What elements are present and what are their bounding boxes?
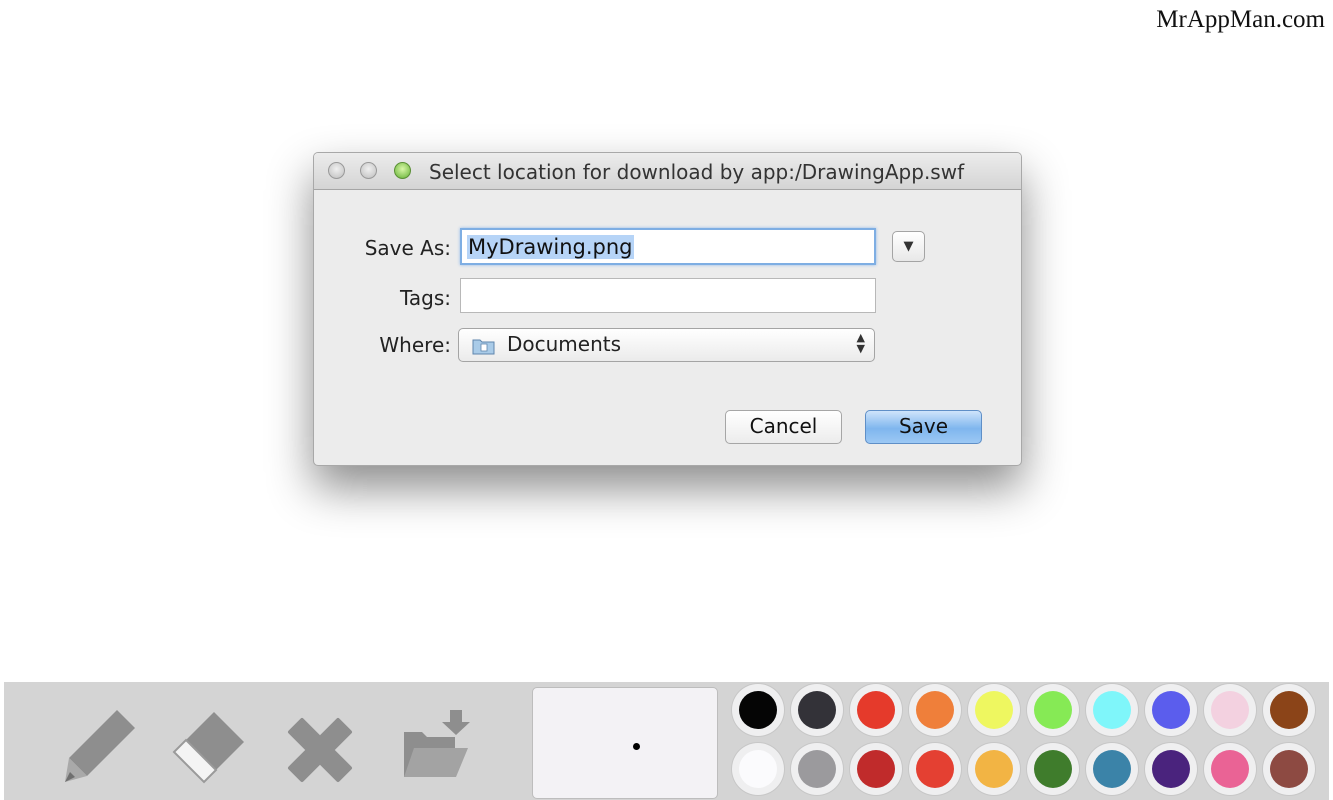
- clear-icon: [288, 718, 352, 782]
- eraser-tool-button[interactable]: [170, 702, 250, 786]
- chevron-down-icon: ▼: [903, 239, 914, 254]
- save-as-field[interactable]: MyDrawing.png: [460, 228, 876, 265]
- folder-icon: [472, 339, 495, 355]
- tags-label: Tags:: [399, 286, 451, 310]
- color-swatch[interactable]: [909, 743, 961, 795]
- color-swatch[interactable]: [1204, 684, 1256, 736]
- color-swatch[interactable]: [791, 743, 843, 795]
- color-swatch-fill: [1093, 691, 1131, 729]
- color-swatch-fill: [798, 750, 836, 788]
- save-dialog: Select location for download by app:/Dra…: [313, 152, 1022, 466]
- color-swatch[interactable]: [1263, 684, 1315, 736]
- color-swatch-fill: [975, 691, 1013, 729]
- where-popup-button[interactable]: Documents ▲ ▼: [458, 328, 875, 362]
- color-swatch-fill: [1034, 750, 1072, 788]
- save-as-label: Save As:: [364, 236, 451, 260]
- color-swatch-fill: [1270, 691, 1308, 729]
- color-swatch[interactable]: [1145, 743, 1197, 795]
- color-swatch-fill: [857, 691, 895, 729]
- close-window-button[interactable]: [328, 162, 345, 179]
- color-swatch[interactable]: [909, 684, 961, 736]
- where-selected-value: Documents: [507, 332, 622, 356]
- color-swatch[interactable]: [732, 743, 784, 795]
- save-as-selected-text: MyDrawing.png: [467, 235, 634, 259]
- brush-size-preview[interactable]: [532, 687, 718, 799]
- color-swatch-fill: [916, 750, 954, 788]
- color-swatch[interactable]: [968, 743, 1020, 795]
- color-swatch-fill: [1093, 750, 1131, 788]
- pencil-tool-button[interactable]: [59, 702, 139, 786]
- tags-field[interactable]: [460, 278, 876, 313]
- color-swatch[interactable]: [968, 684, 1020, 736]
- color-swatch[interactable]: [1027, 684, 1079, 736]
- color-swatch-fill: [1270, 750, 1308, 788]
- color-swatch[interactable]: [1145, 684, 1197, 736]
- color-swatch-fill: [1152, 750, 1190, 788]
- color-palette: [726, 682, 1326, 800]
- color-swatch[interactable]: [1027, 743, 1079, 795]
- color-swatch-fill: [739, 691, 777, 729]
- color-swatch-fill: [1211, 750, 1249, 788]
- expand-dialog-button[interactable]: ▼: [892, 231, 925, 262]
- eraser-icon: [172, 712, 244, 784]
- color-swatch-fill: [1152, 691, 1190, 729]
- pencil-icon: [65, 710, 135, 782]
- color-swatch-fill: [1211, 691, 1249, 729]
- color-swatch[interactable]: [791, 684, 843, 736]
- save-button[interactable]: Save: [865, 410, 982, 444]
- up-down-arrows-icon: ▲ ▼: [856, 331, 865, 355]
- dialog-title: Select location for download by app:/Dra…: [429, 160, 965, 184]
- color-swatch-fill: [1034, 691, 1072, 729]
- clear-canvas-button[interactable]: [280, 702, 360, 786]
- dialog-titlebar: Select location for download by app:/Dra…: [314, 153, 1021, 190]
- drawing-toolbar: [4, 682, 1329, 800]
- color-swatch[interactable]: [1086, 684, 1138, 736]
- color-swatch-fill: [975, 750, 1013, 788]
- zoom-window-button[interactable]: [394, 162, 411, 179]
- where-label: Where:: [379, 333, 451, 357]
- color-swatch[interactable]: [732, 684, 784, 736]
- watermark-text: MrAppMan.com: [1156, 6, 1325, 33]
- color-swatch[interactable]: [1086, 743, 1138, 795]
- color-swatch[interactable]: [1204, 743, 1256, 795]
- color-swatch-fill: [798, 691, 836, 729]
- color-swatch[interactable]: [850, 743, 902, 795]
- color-swatch-fill: [857, 750, 895, 788]
- save-to-folder-icon: [404, 710, 470, 777]
- color-swatch-fill: [739, 750, 777, 788]
- color-swatch[interactable]: [850, 684, 902, 736]
- minimize-window-button[interactable]: [360, 162, 377, 179]
- brush-dot: [633, 743, 640, 750]
- color-swatch-fill: [916, 691, 954, 729]
- color-swatch[interactable]: [1263, 743, 1315, 795]
- save-drawing-button[interactable]: [396, 702, 476, 786]
- cancel-button[interactable]: Cancel: [725, 410, 842, 444]
